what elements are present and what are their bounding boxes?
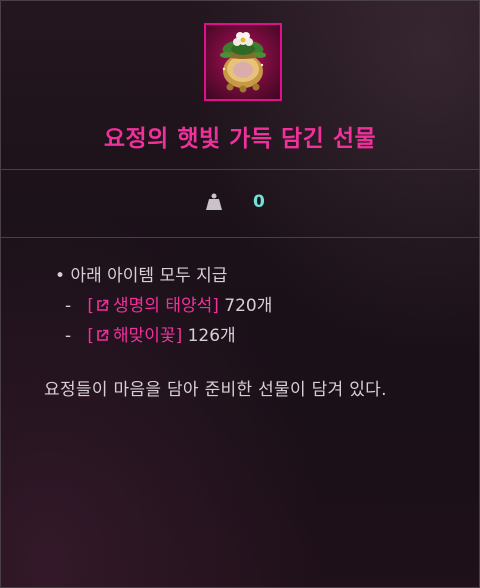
contents-heading: • 아래 아이템 모두 지급: [55, 266, 228, 286]
item-link[interactable]: [해맞이꽃]: [87, 326, 182, 346]
weight-icon: [206, 193, 222, 210]
item-link[interactable]: [생명의 태양석]: [87, 296, 219, 316]
item-description: 요정들이 마음을 담아 준비한 선물이 담겨 있다.: [44, 380, 387, 400]
external-link-icon: [97, 329, 109, 341]
external-link-icon: [97, 299, 109, 311]
list-item: - [해맞이꽃] 126개: [65, 321, 236, 346]
item-icon: [204, 23, 282, 101]
weight-value: 0: [253, 192, 265, 212]
item-quantity: 126개: [187, 326, 236, 346]
tooltip-header: 요정의 햇빛 가득 담긴 선물: [1, 1, 479, 170]
item-quantity: 720개: [224, 296, 273, 316]
weight-row: 0: [1, 170, 479, 238]
item-tooltip: 요정의 햇빛 가득 담긴 선물 0 • 아래 아이템 모두 지급 - [생명의 …: [0, 0, 480, 588]
flower-pot-gift-icon: [220, 32, 266, 93]
list-item: - [생명의 태양석] 720개: [65, 291, 272, 316]
item-title: 요정의 햇빛 가득 담긴 선물: [103, 126, 377, 152]
bullet-icon: •: [55, 266, 71, 286]
dash-marker: -: [65, 296, 82, 316]
dash-marker: -: [65, 326, 82, 346]
